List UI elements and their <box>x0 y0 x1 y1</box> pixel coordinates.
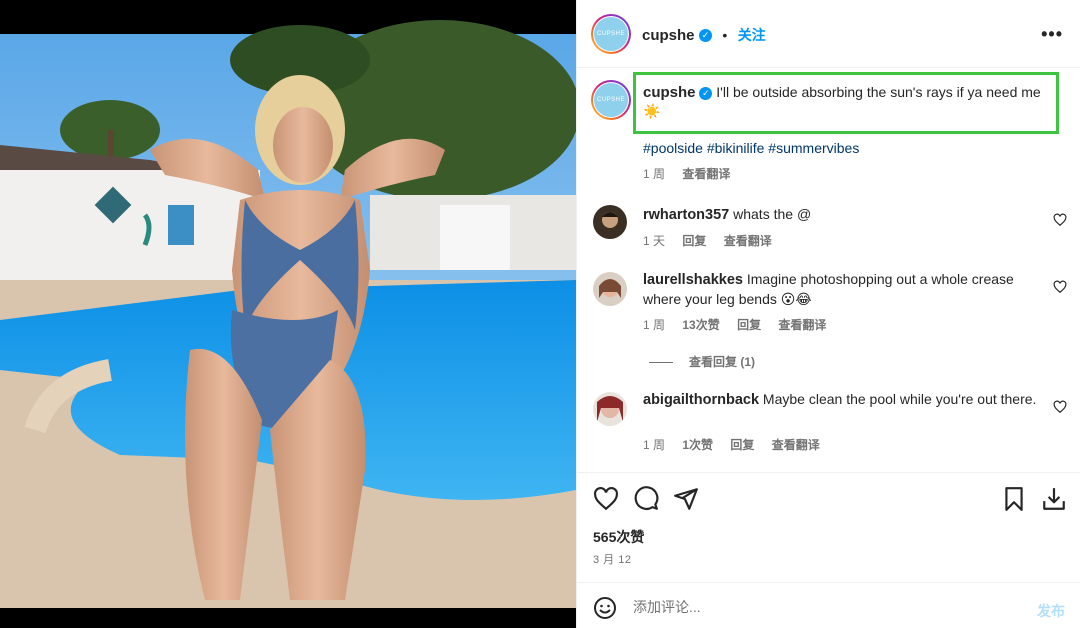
see-translation-button[interactable]: 查看翻译 <box>724 234 772 248</box>
comment-input[interactable] <box>633 595 1003 619</box>
see-translation-button[interactable]: 查看翻译 <box>778 318 826 332</box>
view-replies-label: 查看回复 (1) <box>689 355 756 369</box>
emoji-icon[interactable] <box>593 596 617 620</box>
like-count[interactable]: 565次赞 <box>593 527 644 547</box>
separator-dot: • <box>722 27 728 43</box>
commenter-avatar[interactable] <box>593 272 627 306</box>
commenter-username[interactable]: laurellshakkes <box>643 272 743 288</box>
comment-meta: 1 周 13次赞 回复 查看翻译 <box>643 316 840 333</box>
reply-button[interactable]: 回复 <box>730 438 754 452</box>
post-side-panel: CUPSHE cupshe ✓ • 关注 ••• CUPSHE cupshe ✓… <box>576 0 1080 628</box>
post-photo-image <box>0 0 576 628</box>
verified-badge-icon: ✓ <box>698 29 712 43</box>
caption-hashtags[interactable]: #poolside #bikinilife #summervibes <box>643 140 859 156</box>
see-translation-button[interactable]: 查看翻译 <box>772 438 820 452</box>
avatar-logo-text: CUPSHE <box>596 31 625 37</box>
reply-button[interactable]: 回复 <box>682 234 706 248</box>
commenter-username[interactable]: rwharton357 <box>643 207 729 223</box>
commenter-avatar[interactable] <box>593 392 627 426</box>
view-replies-button[interactable]: 查看回复 (1) <box>649 353 755 370</box>
author-avatar[interactable]: CUPSHE <box>591 14 631 54</box>
post-header: CUPSHE cupshe ✓ • 关注 ••• <box>577 0 1080 68</box>
caption-verified-badge-icon: ✓ <box>699 86 713 100</box>
comment-icon[interactable] <box>633 486 659 512</box>
comment-time[interactable]: 1 天 <box>643 234 665 248</box>
post-date: 3 月 12 <box>593 554 632 566</box>
commenter-username[interactable]: abigailthornback <box>643 392 759 408</box>
caption-username[interactable]: cupshe <box>643 84 696 101</box>
follow-button[interactable]: 关注 <box>738 27 766 43</box>
reply-button[interactable]: 回复 <box>737 318 761 332</box>
comment-time[interactable]: 1 周 <box>643 438 665 452</box>
comment-like-count[interactable]: 1次赞 <box>682 438 713 452</box>
comment-text: Maybe clean the pool while you're out th… <box>762 391 1037 407</box>
comment-time[interactable]: 1 周 <box>643 318 665 332</box>
comment-meta: 1 周 1次赞 回复 查看翻译 <box>643 436 834 453</box>
caption-time[interactable]: 1 周 <box>643 167 665 181</box>
share-icon[interactable] <box>673 486 699 512</box>
comment-meta: 1 天 回复 查看翻译 <box>643 232 786 249</box>
instagram-post-window: CUPSHE cupshe ✓ • 关注 ••• CUPSHE cupshe ✓… <box>0 0 1080 628</box>
comment-text: whats the @ <box>733 206 812 222</box>
author-username[interactable]: cupshe <box>642 27 695 44</box>
post-action-bar: 565次赞 3 月 12 <box>577 472 1080 582</box>
caption-meta: 1 周 查看翻译 <box>643 165 744 182</box>
comment-composer: 发布 <box>577 582 1080 628</box>
replies-divider-line <box>649 362 673 364</box>
caption-author-avatar[interactable]: CUPSHE <box>591 80 631 120</box>
caption-see-translation[interactable]: 查看翻译 <box>682 167 730 181</box>
post-photo[interactable] <box>0 0 576 628</box>
comment-like-heart-icon[interactable] <box>1053 400 1067 414</box>
more-options-icon[interactable]: ••• <box>1041 24 1063 45</box>
caption: cupshe ✓ I'll be outside absorbing the s… <box>643 83 1043 121</box>
caption-avatar-logo-text: CUPSHE <box>596 97 625 103</box>
download-icon[interactable] <box>1041 486 1067 512</box>
bookmark-icon[interactable] <box>1001 486 1027 512</box>
commenter-avatar[interactable] <box>593 205 627 239</box>
comment-like-count[interactable]: 13次赞 <box>682 318 719 332</box>
comments-scroll-area[interactable]: CUPSHE cupshe ✓ I'll be outside absorbin… <box>577 68 1080 472</box>
comment-like-heart-icon[interactable] <box>1053 213 1067 227</box>
post-comment-button[interactable]: 发布 <box>1037 601 1065 621</box>
comment-like-heart-icon[interactable] <box>1053 280 1067 294</box>
heart-icon[interactable] <box>593 486 619 512</box>
